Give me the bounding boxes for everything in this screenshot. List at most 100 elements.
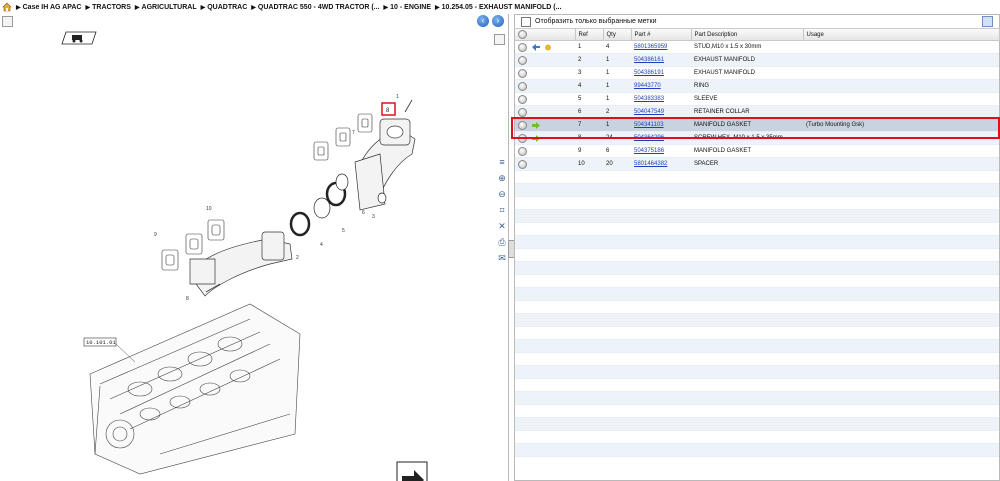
row-select-icon[interactable]: [518, 68, 527, 78]
row-select-icon[interactable]: [518, 94, 527, 104]
print-icon[interactable]: ⎙: [496, 236, 508, 248]
breadcrumb: ▶ Case IH AG APAC ▶ TRACTORS ▶ AGRICULTURAL…: [0, 0, 1000, 14]
ref-label[interactable]: 1: [396, 94, 399, 100]
breadcrumb-item[interactable]: ▶ 10 - ENGINE: [384, 4, 431, 11]
empty-rows: [515, 170, 999, 457]
cell-ref: 1: [575, 40, 603, 54]
next-page-icon[interactable]: ›: [492, 15, 504, 27]
cell-usage: [803, 92, 999, 106]
selected-row-highlight: [511, 117, 1000, 139]
col-description[interactable]: Part Description: [691, 29, 804, 41]
part-number-link[interactable]: 504386161: [634, 57, 664, 63]
info-arrow-icon[interactable]: [531, 43, 540, 51]
col-ref[interactable]: Ref: [575, 29, 604, 41]
filter-bar: Отобразить только выбранные метки: [515, 15, 999, 29]
breadcrumb-item[interactable]: ▶ AGRICULTURAL: [135, 4, 197, 11]
col-usage[interactable]: Usage: [803, 29, 1000, 41]
ref-label[interactable]: 4: [320, 242, 323, 248]
breadcrumb-item[interactable]: ▶ QUADTRAC: [201, 4, 248, 11]
cell-ref: 5: [575, 92, 603, 106]
col-qty[interactable]: Qty: [603, 29, 632, 41]
row-select-icon[interactable]: [518, 42, 527, 52]
ref-label[interactable]: 7: [352, 130, 355, 136]
diagram-panel: ‹ › 10.101.01 8 1 2 3 4 5 6 7 8 9 10 ≡ ⊕…: [0, 14, 509, 481]
email-icon[interactable]: ✉: [496, 252, 508, 264]
select-all-icon[interactable]: [518, 30, 527, 39]
cell-ref: 9: [575, 144, 603, 158]
cell-description: EXHAUST MANIFOLD: [691, 53, 803, 67]
exploded-diagram: 10.101.01 8 1 2 3 4 5 6 7 8 9 10: [61, 31, 428, 481]
filter-label: Отобразить только выбранные метки: [535, 18, 657, 25]
cell-qty: 4: [603, 40, 631, 54]
cell-usage: [803, 144, 999, 158]
highlighted-ref: 8: [386, 108, 390, 114]
cell-description: RING: [691, 79, 803, 93]
clear-zoom-icon[interactable]: ✕: [496, 220, 508, 232]
callout-reference: 10.101.01: [86, 339, 116, 346]
export-icon[interactable]: [396, 461, 428, 481]
part-number-link[interactable]: 99443770: [634, 83, 661, 89]
home-icon[interactable]: [2, 2, 12, 12]
fit-icon[interactable]: [494, 34, 505, 45]
part-number-link[interactable]: 5801365959: [634, 44, 667, 50]
cell-usage: [803, 157, 999, 171]
cell-usage: [803, 40, 999, 54]
row-select-icon[interactable]: [518, 55, 527, 65]
zoom-in-icon[interactable]: ⊕: [496, 172, 508, 184]
cell-ref: 2: [575, 53, 603, 67]
cell-description: EXHAUST MANIFOLD: [691, 66, 803, 80]
row-select-icon[interactable]: [518, 146, 527, 156]
cell-description: MANIFOLD GASKET: [691, 144, 803, 158]
ref-label[interactable]: 9: [154, 232, 157, 238]
table-row[interactable]: 5 1 504383383 SLEEVE: [515, 92, 999, 106]
cell-qty: 6: [603, 144, 631, 158]
export-list-icon[interactable]: [982, 16, 993, 27]
cell-qty: 1: [603, 92, 631, 106]
ref-label[interactable]: 5: [342, 228, 345, 234]
part-number-link[interactable]: 504386191: [634, 70, 664, 76]
row-select-icon[interactable]: [518, 159, 527, 169]
kit-icon[interactable]: [544, 44, 552, 51]
engine-block-drawing: [89, 303, 301, 475]
row-select-icon[interactable]: [518, 81, 527, 91]
row-select-icon[interactable]: [518, 107, 527, 117]
col-part[interactable]: Part #: [631, 29, 692, 41]
parts-table: Ref Qty Part # Part Description Usage 1 …: [515, 29, 1000, 457]
table-row[interactable]: 4 1 99443770 RING: [515, 79, 999, 93]
cell-qty: 1: [603, 53, 631, 67]
zoom-out-icon[interactable]: ⊖: [496, 188, 508, 200]
table-row[interactable]: 3 1 504386191 EXHAUST MANIFOLD: [515, 66, 999, 80]
cell-usage: [803, 66, 999, 80]
ref-label[interactable]: 8: [186, 296, 189, 302]
upper-gaskets-drawing: [313, 113, 373, 161]
breadcrumb-item[interactable]: ▶ QUADTRAC 550 - 4WD TRACTOR (...: [251, 4, 379, 11]
table-row[interactable]: 9 6 504375186 MANIFOLD GASKET: [515, 144, 999, 158]
cell-ref: 10: [575, 157, 603, 171]
tractor-tag-icon: [61, 31, 97, 45]
filter-checkbox[interactable]: [521, 16, 531, 27]
breadcrumb-item[interactable]: ▶ 10.254.05 - EXHAUST MANIFOLD (...: [435, 4, 561, 11]
table-row[interactable]: 1 4 5801365959 STUD,M10 x 1.5 x 30mm: [515, 40, 999, 54]
list-icon[interactable]: ≡: [496, 156, 508, 168]
ref-label[interactable]: 10: [206, 206, 212, 212]
cell-description: SLEEVE: [691, 92, 803, 106]
select-all-header[interactable]: [515, 29, 576, 41]
part-number-link[interactable]: 504047549: [634, 109, 664, 115]
breadcrumb-item[interactable]: ▶ Case IH AG APAC: [16, 4, 82, 11]
part-number-link[interactable]: 504375186: [634, 148, 664, 154]
ref-label[interactable]: 6: [362, 210, 365, 216]
part-number-link[interactable]: 504383383: [634, 96, 664, 102]
table-row[interactable]: 10 20 5801464382 SPACER: [515, 157, 999, 171]
fit-screen-icon[interactable]: ⌗: [496, 204, 508, 216]
cell-description: SPACER: [691, 157, 803, 171]
part-number-link[interactable]: 5801464382: [634, 161, 667, 167]
ref-label[interactable]: 2: [296, 255, 299, 261]
ref-label[interactable]: 3: [372, 214, 375, 220]
cell-ref: 4: [575, 79, 603, 93]
cell-usage: [803, 79, 999, 93]
table-row[interactable]: 2 1 504386161 EXHAUST MANIFOLD: [515, 53, 999, 67]
breadcrumb-item[interactable]: ▶ TRACTORS: [86, 4, 131, 11]
cell-qty: 20: [603, 157, 631, 171]
lower-manifold-drawing: [189, 231, 293, 297]
parts-list-panel: Отобразить только выбранные метки Ref Qt…: [514, 14, 1000, 481]
